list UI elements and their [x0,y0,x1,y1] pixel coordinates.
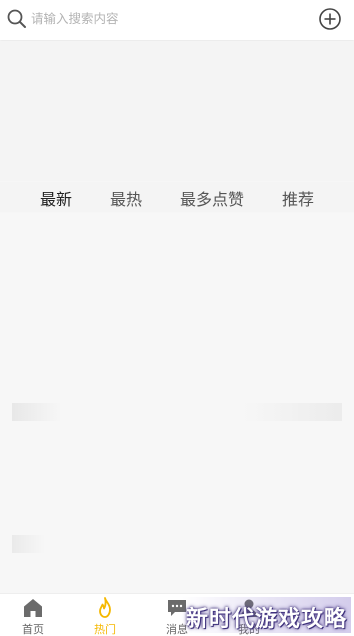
nav-label: 热门 [94,624,116,636]
nav-label: 首页 [22,624,44,636]
add-button[interactable] [318,7,342,31]
app-root: 最新 最热 最多点赞 推荐 首页 热门 [0,0,354,636]
nav-hot[interactable]: 热门 [75,594,135,636]
flame-icon [99,597,111,618]
tab-hottest[interactable]: 最热 [110,186,142,210]
tab-most-liked[interactable]: 最多点赞 [180,186,244,210]
sort-tabs: 最新 最热 最多点赞 推荐 [0,182,354,212]
tab-recommended[interactable]: 推荐 [282,186,314,210]
list-item-placeholder [12,535,342,553]
tab-latest[interactable]: 最新 [40,186,72,210]
home-icon [24,599,42,617]
search-input[interactable] [31,12,139,26]
nav-home[interactable]: 首页 [3,594,63,636]
watermark-text: 新时代游戏攻略 [182,597,352,633]
search-bar[interactable] [6,6,142,32]
banner-area [0,41,354,181]
plus-circle-icon [319,8,341,30]
search-icon [7,9,26,28]
content-list [0,213,354,593]
top-header [0,0,354,40]
list-item-placeholder [12,403,342,421]
